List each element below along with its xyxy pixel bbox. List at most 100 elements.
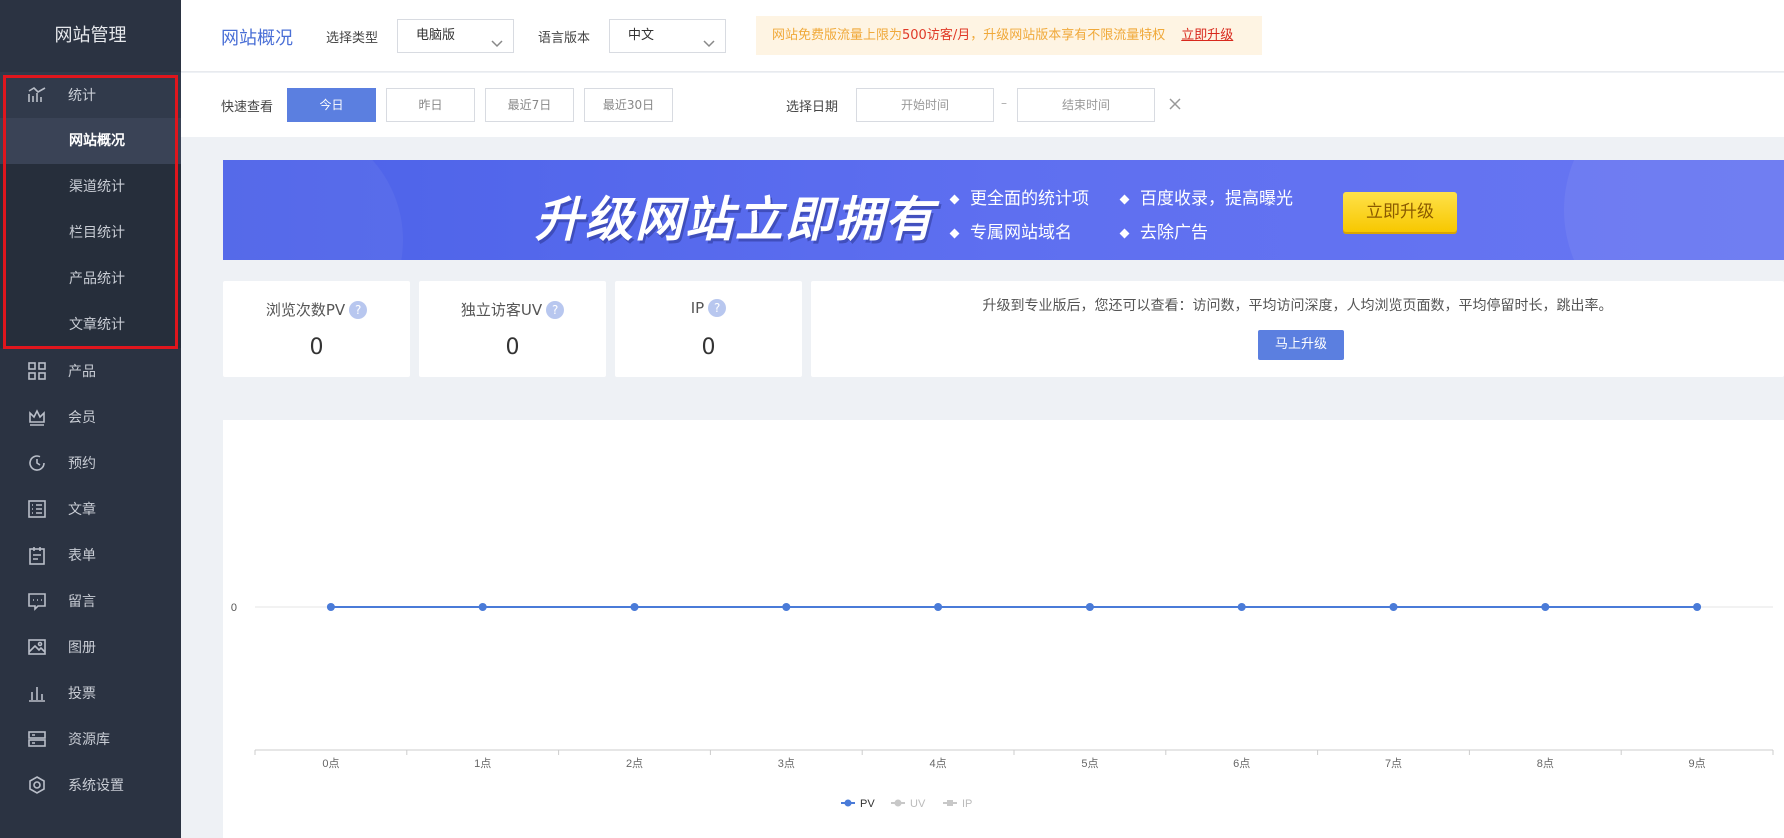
language-select[interactable]: 中文 — [609, 19, 726, 53]
end-date-input[interactable]: 结束时间 — [1017, 88, 1155, 122]
traffic-chart: 0 0点 1点 2点 3点 4点 5点 6点 7点 8点 9点 PV UV IP — [223, 420, 1784, 838]
y-tick-label: 0 — [231, 602, 237, 614]
notice-upgrade-link[interactable]: 立即升级 — [1181, 28, 1233, 43]
legend-label: IP — [962, 798, 972, 810]
diamond-icon — [1119, 228, 1130, 238]
notice-text-post: ，升级网站版本享有不限流量特权 — [970, 28, 1166, 43]
upgrade-message: 升级到专业版后，您还可以查看：访问数，平均访问深度，人均浏览页面数，平均停留时长… — [982, 298, 1613, 314]
data-point-pv — [1693, 603, 1702, 611]
help-icon[interactable]: ? — [708, 299, 727, 317]
banner-title: 升级网站立即拥有 — [535, 192, 936, 248]
sidebar-item-stats[interactable]: 统计 — [0, 72, 181, 118]
bar-chart-icon — [26, 682, 48, 704]
diamond-icon — [949, 228, 960, 238]
upgrade-card: 升级到专业版后，您还可以查看：访问数，平均访问深度，人均浏览页面数，平均停留时长… — [811, 281, 1784, 377]
data-point-pv — [1541, 603, 1550, 611]
sidebar: 网站管理 统计 网站概况 渠道统计 栏目统计 产品统计 文章统计 产品 会员 预… — [0, 0, 181, 838]
clock-icon — [26, 452, 48, 474]
legend-label: PV — [860, 798, 875, 810]
sidebar-brand: 网站管理 — [54, 25, 127, 46]
banner-feature: 百度收录，提高曝光 — [1119, 184, 1293, 209]
clipboard-icon — [26, 544, 48, 566]
sidebar-item-booking[interactable]: 预约 — [0, 440, 181, 486]
sidebar-item-label: 投票 — [68, 686, 96, 702]
stat-value: 0 — [505, 335, 520, 360]
diamond-icon — [1119, 194, 1130, 204]
chevron-down-icon — [491, 30, 503, 48]
type-select-value: 电脑版 — [416, 28, 456, 43]
banner-feature: 更全面的统计项 — [949, 184, 1089, 209]
sidebar-item-resources[interactable]: 资源库 — [0, 716, 181, 762]
x-tick-label: 1点 — [474, 757, 491, 770]
data-point-pv — [934, 603, 943, 611]
x-tick-label: 8点 — [1537, 757, 1554, 770]
stat-card-pv: 浏览次数PV? 0 — [223, 281, 410, 377]
help-icon[interactable]: ? — [349, 301, 368, 319]
stats-chart-icon — [26, 84, 48, 106]
legend-marker — [844, 799, 852, 807]
data-point-pv — [1085, 603, 1094, 611]
sidebar-item-label: 留言 — [68, 594, 96, 610]
sidebar-item-product[interactable]: 产品 — [0, 348, 181, 394]
sidebar-item-label: 产品 — [68, 364, 96, 380]
x-tick-label: 0点 — [322, 757, 339, 770]
sidebar-subitem-overview[interactable]: 网站概况 — [0, 118, 181, 164]
legend-marker — [947, 800, 953, 806]
sidebar-item-article[interactable]: 文章 — [0, 486, 181, 532]
data-point-pv — [782, 603, 791, 611]
x-tick-label: 2点 — [626, 757, 643, 770]
sidebar-item-member[interactable]: 会员 — [0, 394, 181, 440]
sidebar-item-label: 表单 — [68, 548, 96, 564]
sidebar-subitem-article[interactable]: 文章统计 — [0, 302, 181, 348]
image-icon — [26, 636, 48, 658]
sidebar-item-vote[interactable]: 投票 — [0, 670, 181, 716]
quick-30days-button[interactable]: 最近30日 — [584, 88, 673, 122]
diamond-icon — [949, 194, 960, 204]
sidebar-item-label: 预约 — [68, 456, 96, 472]
type-select[interactable]: 电脑版 — [397, 19, 514, 53]
page-title: 网站概况 — [221, 28, 293, 49]
sidebar-item-label: 资源库 — [68, 732, 110, 748]
top-header: 网站概况 选择类型 电脑版 语言版本 中文 网站免费版流量上限为500访客/月，… — [181, 0, 1784, 72]
chart-svg: 0 0点 1点 2点 3点 4点 5点 6点 7点 8点 9点 PV UV IP — [231, 602, 1774, 810]
banner-decoration — [223, 160, 403, 260]
type-label: 选择类型 — [326, 31, 379, 46]
chevron-down-icon — [703, 30, 715, 48]
banner-feature: 专属网站域名 — [949, 218, 1072, 243]
sidebar-item-form[interactable]: 表单 — [0, 532, 181, 578]
stat-card-ip: IP? 0 — [615, 281, 802, 377]
banner-decoration — [1564, 160, 1784, 260]
quick-view-label: 快速查看 — [221, 100, 274, 115]
sidebar-subitem-channel[interactable]: 渠道统计 — [0, 164, 181, 210]
traffic-notice: 网站免费版流量上限为500访客/月，升级网站版本享有不限流量特权 立即升级 — [756, 16, 1262, 55]
sidebar-item-album[interactable]: 图册 — [0, 624, 181, 670]
start-date-input[interactable]: 开始时间 — [856, 88, 994, 122]
message-icon — [26, 590, 48, 612]
x-tick-label: 3点 — [778, 757, 795, 770]
grid-icon — [26, 360, 48, 382]
notice-limit: 500访客/月 — [902, 28, 971, 43]
help-icon[interactable]: ? — [546, 301, 565, 319]
sidebar-item-label: 统计 — [68, 88, 96, 104]
sidebar-subitem-column[interactable]: 栏目统计 — [0, 210, 181, 256]
quick-yesterday-button[interactable]: 昨日 — [386, 88, 475, 122]
close-icon[interactable] — [1168, 96, 1182, 110]
upgrade-now-button[interactable]: 马上升级 — [1258, 330, 1344, 360]
settings-icon — [26, 774, 48, 796]
x-tick-label: 4点 — [930, 757, 947, 770]
upgrade-banner[interactable]: 升级网站立即拥有 更全面的统计项 百度收录，提高曝光 专属网站域名 去除广告 立… — [223, 160, 1784, 260]
x-tick-label: 7点 — [1385, 757, 1402, 770]
sidebar-subitem-product[interactable]: 产品统计 — [0, 256, 181, 302]
quick-view-bar: 快速查看 今日 昨日 最近7日 最近30日 选择日期 开始时间 – 结束时间 — [181, 73, 1784, 137]
quick-7days-button[interactable]: 最近7日 — [485, 88, 574, 122]
storage-icon — [26, 728, 48, 750]
sidebar-item-label: 文章 — [68, 502, 96, 518]
stat-title: 浏览次数PV? — [223, 299, 410, 320]
sidebar-item-settings[interactable]: 系统设置 — [0, 762, 181, 808]
banner-upgrade-button[interactable]: 立即升级 — [1343, 192, 1457, 232]
sidebar-item-message[interactable]: 留言 — [0, 578, 181, 624]
quick-today-button[interactable]: 今日 — [287, 88, 376, 122]
data-point-pv — [478, 603, 487, 611]
sidebar-item-label: 会员 — [68, 410, 96, 426]
stat-title: IP? — [615, 299, 802, 317]
